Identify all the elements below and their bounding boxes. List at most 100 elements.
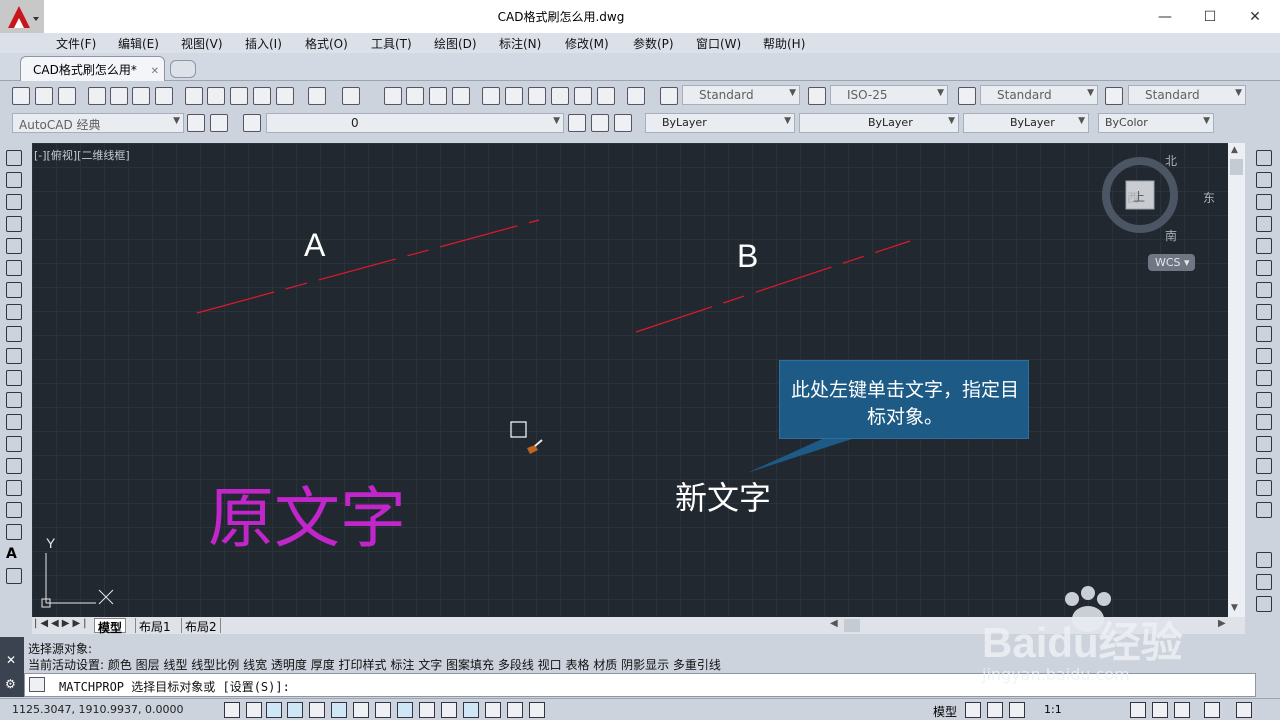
text-style-select[interactable]: Standard ▼ <box>682 85 800 105</box>
zoom-realtime-icon[interactable] <box>406 87 424 105</box>
scroll-thumb[interactable] <box>1230 159 1243 175</box>
quick-properties-icon[interactable] <box>485 702 501 718</box>
explode-icon[interactable] <box>1256 502 1272 518</box>
offset-icon[interactable] <box>1256 216 1272 232</box>
mtext-icon[interactable]: A <box>6 546 22 562</box>
spline-icon[interactable] <box>6 326 22 342</box>
document-tab[interactable]: CAD格式刷怎么用* ✕ <box>20 56 165 81</box>
menu-view[interactable]: 视图(V) <box>181 35 223 52</box>
match-properties-icon[interactable] <box>253 87 271 105</box>
text-style-icon[interactable] <box>660 87 678 105</box>
target-text[interactable]: 新文字 <box>675 473 771 519</box>
new-tab-button[interactable] <box>170 60 196 78</box>
lineweight-toggle-icon[interactable] <box>441 702 457 718</box>
linetype-select[interactable]: ByLayer ▼ <box>799 113 959 133</box>
copy-object-icon[interactable] <box>1256 172 1272 188</box>
menu-edit[interactable]: 编辑(E) <box>118 35 159 52</box>
polygon-icon[interactable] <box>6 216 22 232</box>
menu-draw[interactable]: 绘图(D) <box>434 35 477 52</box>
fillet-icon[interactable] <box>1256 458 1272 474</box>
source-text[interactable]: 原文字 <box>208 465 406 561</box>
print-preview-icon[interactable] <box>110 87 128 105</box>
layer-select[interactable]: 0 ▼ <box>266 113 564 133</box>
layer-manager-icon[interactable] <box>243 114 261 132</box>
viewcube-top-face[interactable]: 上 <box>1133 188 1147 205</box>
viewcube-south[interactable]: 南 <box>1165 227 1177 244</box>
scroll-up-icon[interactable]: ▲ <box>1231 145 1238 155</box>
customize-command-icon[interactable]: ⚙ <box>5 677 16 691</box>
region-icon[interactable] <box>6 502 22 518</box>
tool-palettes-icon[interactable] <box>528 87 546 105</box>
table-style-select[interactable]: Standard ▼ <box>980 85 1098 105</box>
tab-layout1[interactable]: 布局1 <box>135 618 174 634</box>
3d-dwf-icon[interactable] <box>155 87 173 105</box>
quickcalc-icon[interactable] <box>597 87 615 105</box>
break-icon[interactable] <box>1256 392 1272 408</box>
cut-icon[interactable] <box>185 87 203 105</box>
array-icon[interactable] <box>1256 238 1272 254</box>
help-icon[interactable] <box>627 87 645 105</box>
zoom-window-icon[interactable] <box>429 87 447 105</box>
drawing-canvas[interactable]: [-][俯视][二维线框] A B 原文字 新文字 Y 北 南 东 西 上 WC… <box>32 143 1228 617</box>
polyline-icon[interactable] <box>6 194 22 210</box>
close-window-button[interactable]: ✕ <box>1235 0 1275 33</box>
coordinate-readout[interactable]: 1125.3047, 1910.9937, 0.0000 <box>12 703 183 716</box>
clean-screen-icon[interactable] <box>1236 702 1252 718</box>
3d-object-snap-icon[interactable] <box>353 702 369 718</box>
hatch-icon[interactable] <box>6 458 22 474</box>
workspace-switch-icon[interactable] <box>1130 702 1146 718</box>
add-selected-icon[interactable] <box>6 568 22 584</box>
selection-cycling-icon[interactable] <box>507 702 523 718</box>
ellipse-icon[interactable] <box>6 348 22 364</box>
lock-ui-icon[interactable] <box>1152 702 1168 718</box>
workspace-select[interactable]: AutoCAD 经典 ▼ <box>12 113 184 133</box>
menu-parametric[interactable]: 参数(P) <box>633 35 674 52</box>
mleader-style-select[interactable]: Standard ▼ <box>1128 85 1246 105</box>
blend-curves-icon[interactable] <box>1256 480 1272 496</box>
dynamic-input-icon[interactable] <box>419 702 435 718</box>
publish-icon[interactable] <box>132 87 150 105</box>
paste-icon[interactable] <box>230 87 248 105</box>
rotate-icon[interactable] <box>1256 282 1272 298</box>
menu-insert[interactable]: 插入(I) <box>245 35 282 52</box>
lineweight-select[interactable]: ByLayer ▼ <box>963 113 1089 133</box>
workspace-settings-icon[interactable] <box>187 114 205 132</box>
open-file-icon[interactable] <box>35 87 53 105</box>
maximize-button[interactable]: ☐ <box>1190 0 1230 33</box>
mirror-icon[interactable] <box>1256 194 1272 210</box>
minimize-button[interactable]: — <box>1145 0 1185 33</box>
pan-icon[interactable] <box>384 87 402 105</box>
menu-format[interactable]: 格式(O) <box>305 35 348 52</box>
hardware-acceleration-icon[interactable] <box>1174 702 1190 718</box>
plotstyle-select[interactable]: ByColor ▼ <box>1098 113 1214 133</box>
print-icon[interactable] <box>88 87 106 105</box>
pan-status-icon[interactable] <box>1009 702 1025 718</box>
stretch-icon[interactable] <box>1256 326 1272 342</box>
chamfer-icon[interactable] <box>1256 436 1272 452</box>
grid-display-icon[interactable] <box>266 702 282 718</box>
menu-dimension[interactable]: 标注(N) <box>499 35 541 52</box>
zoom-previous-icon[interactable] <box>452 87 470 105</box>
tab-layout2[interactable]: 布局2 <box>181 618 221 634</box>
scale-icon[interactable] <box>1256 304 1272 320</box>
make-current-layer-icon[interactable] <box>568 114 586 132</box>
insert-block-icon[interactable] <box>6 392 22 408</box>
infer-constraints-icon[interactable] <box>224 702 240 718</box>
snap-mode-icon[interactable] <box>246 702 262 718</box>
transparency-toggle-icon[interactable] <box>463 702 479 718</box>
object-snap-icon[interactable] <box>331 702 347 718</box>
make-block-icon[interactable] <box>6 414 22 430</box>
object-snap-tracking-icon[interactable] <box>375 702 391 718</box>
hscroll-thumb[interactable] <box>844 619 860 632</box>
rectangle-icon[interactable] <box>6 238 22 254</box>
annotation-scale[interactable]: 1:1 <box>1044 703 1062 716</box>
line-tool-icon[interactable] <box>6 150 22 166</box>
properties-icon[interactable] <box>482 87 500 105</box>
copy-icon[interactable] <box>207 87 225 105</box>
table-icon[interactable] <box>6 524 22 540</box>
quick-view-layouts-icon[interactable] <box>965 702 981 718</box>
dim-style-select[interactable]: ISO-25 ▼ <box>830 85 948 105</box>
polar-tracking-icon[interactable] <box>309 702 325 718</box>
close-command-icon[interactable]: ✕ <box>6 653 16 667</box>
extend-icon[interactable] <box>1256 370 1272 386</box>
